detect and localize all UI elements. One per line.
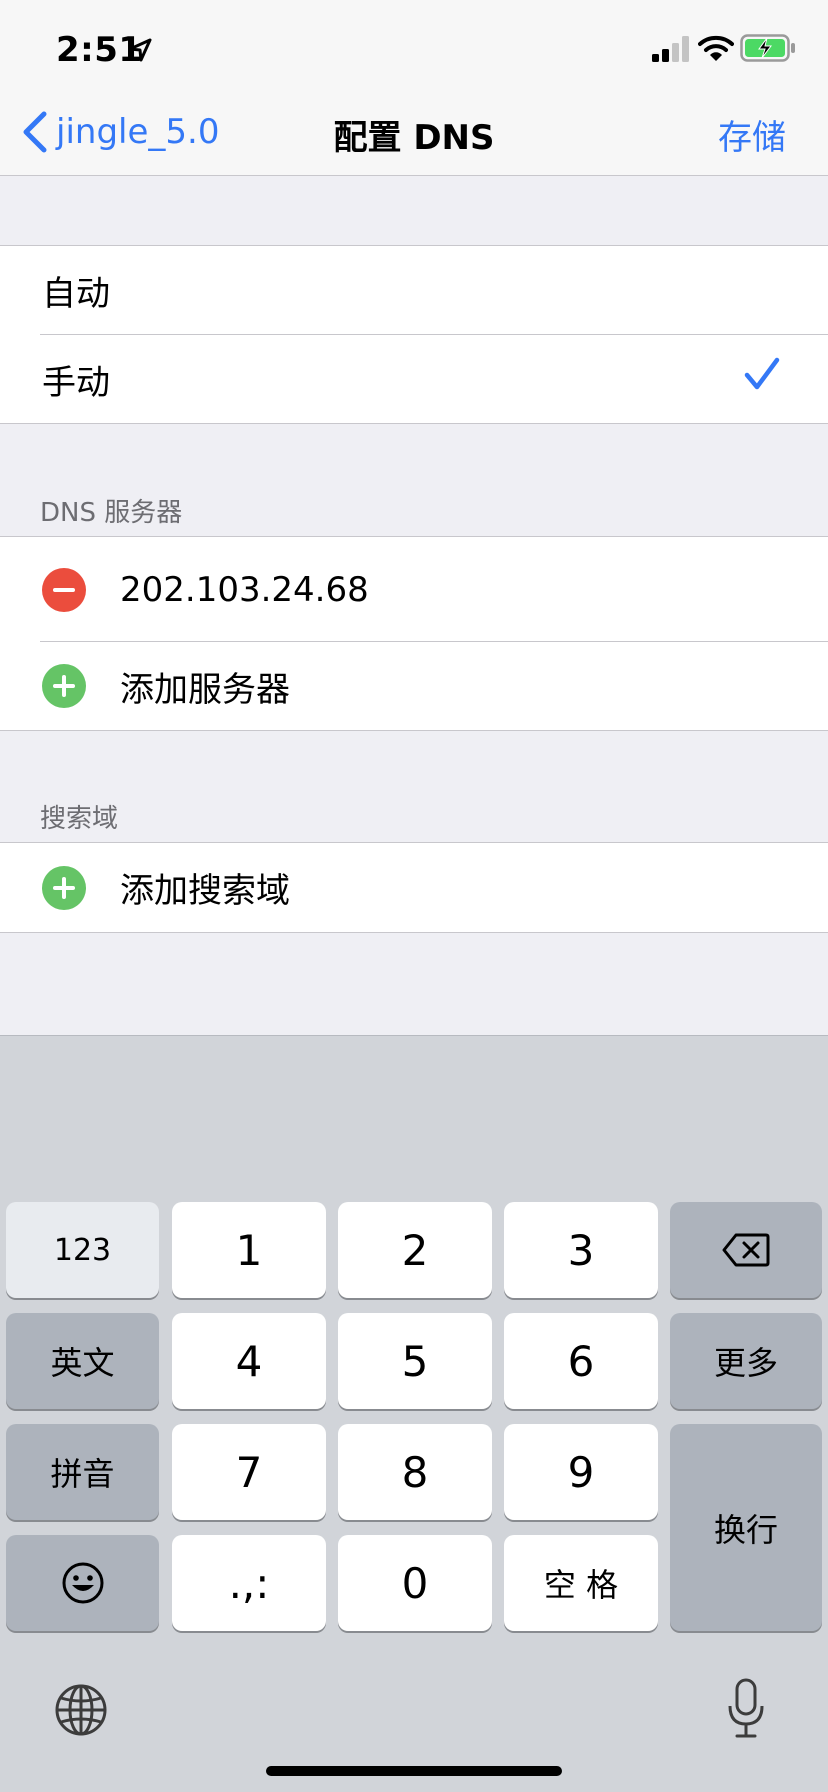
key-space[interactable]: 空 格: [504, 1535, 658, 1631]
key-8[interactable]: 8: [338, 1424, 492, 1520]
key-2[interactable]: 2: [338, 1202, 492, 1298]
section-header-dns-servers: DNS 服务器: [40, 498, 183, 528]
cellular-signal-icon: [652, 36, 689, 62]
key-1[interactable]: 1: [172, 1202, 326, 1298]
delete-backspace-icon: [722, 1233, 770, 1267]
key-6[interactable]: 6: [504, 1313, 658, 1409]
wifi-icon: [698, 35, 734, 61]
microphone-icon[interactable]: [726, 1678, 766, 1740]
keyboard-accessory-area: [0, 1035, 828, 1100]
option-label: 手动: [42, 362, 110, 403]
key-0[interactable]: 0: [338, 1535, 492, 1631]
dns-server-address[interactable]: 202.103.24.68: [120, 570, 369, 610]
add-search-domain-button[interactable]: [42, 865, 86, 910]
add-server-button[interactable]: [42, 664, 86, 708]
key-123[interactable]: 123: [6, 1202, 159, 1298]
dns-server-row[interactable]: 202.103.24.68: [0, 537, 828, 642]
remove-server-button[interactable]: [42, 567, 86, 612]
configure-mode-group: 自动 手动: [0, 245, 828, 424]
location-arrow-icon: [128, 38, 152, 62]
key-4[interactable]: 4: [172, 1313, 326, 1409]
back-button[interactable]: jingle_5.0: [20, 104, 219, 160]
key-9[interactable]: 9: [504, 1424, 658, 1520]
battery-charging-icon: [740, 34, 795, 62]
key-punctuation[interactable]: .,:: [172, 1535, 326, 1631]
dns-servers-group: 202.103.24.68 添加服务器: [0, 536, 828, 731]
key-english[interactable]: 英文: [6, 1313, 159, 1409]
save-button[interactable]: 存储: [718, 110, 786, 159]
search-domains-group: 添加搜索域: [0, 842, 828, 933]
key-more[interactable]: 更多: [670, 1313, 822, 1409]
chevron-left-icon: [23, 111, 47, 153]
emoji-icon: [62, 1562, 103, 1604]
section-header-search-domains: 搜索域: [40, 804, 119, 834]
keyboard: [0, 1035, 828, 1792]
option-label: 自动: [42, 274, 110, 314]
key-3[interactable]: 3: [504, 1202, 658, 1298]
key-pinyin[interactable]: 拼音: [6, 1424, 159, 1520]
add-server-row[interactable]: 添加服务器: [0, 642, 828, 730]
minus-icon: [53, 587, 75, 592]
add-search-domain-label: 添加搜索域: [120, 871, 290, 911]
key-delete[interactable]: [670, 1202, 822, 1298]
add-search-domain-row[interactable]: 添加搜索域: [0, 843, 828, 932]
key-5[interactable]: 5: [338, 1313, 492, 1409]
back-button-label: jingle_5.0: [56, 112, 220, 152]
key-7[interactable]: 7: [172, 1424, 326, 1520]
home-indicator: [266, 1766, 562, 1776]
checkmark-icon: [744, 357, 780, 390]
key-return[interactable]: 换行: [670, 1424, 822, 1631]
add-server-label: 添加服务器: [120, 669, 290, 710]
option-automatic[interactable]: 自动: [0, 246, 828, 335]
key-emoji[interactable]: [6, 1535, 159, 1631]
option-manual[interactable]: 手动: [0, 335, 828, 423]
globe-icon[interactable]: [54, 1683, 108, 1737]
